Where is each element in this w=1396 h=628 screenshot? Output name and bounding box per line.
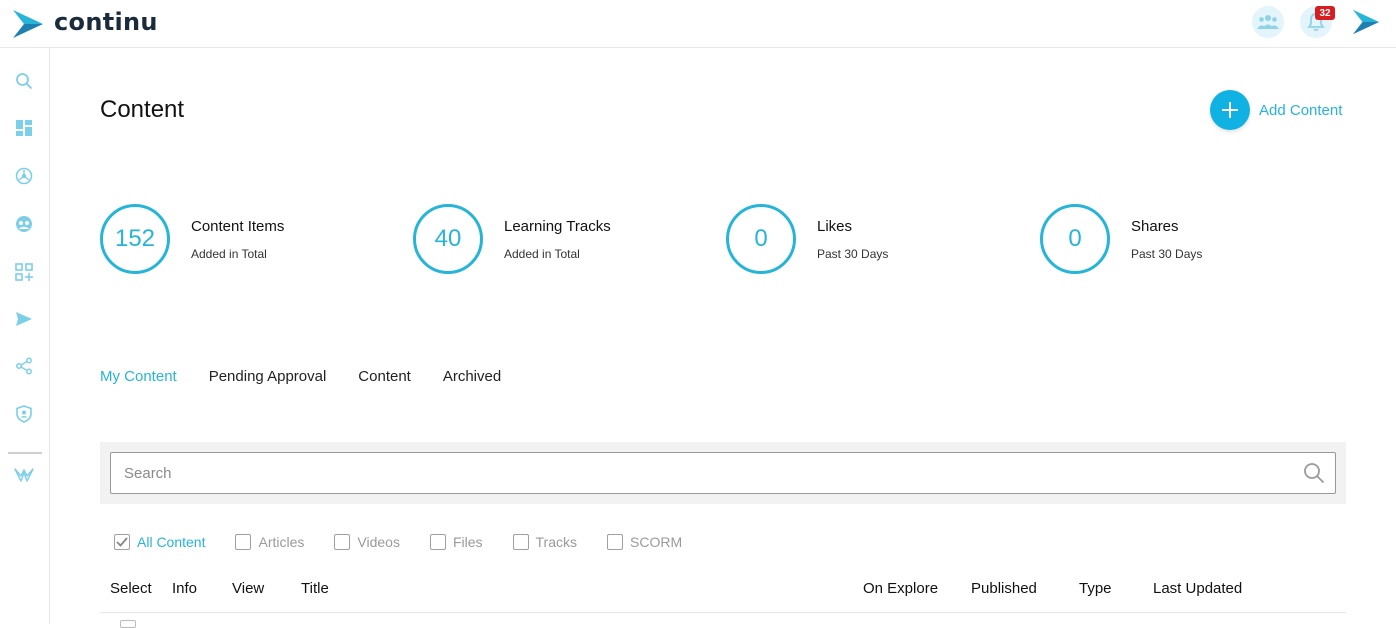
add-widgets-icon — [15, 263, 33, 281]
checkbox[interactable] — [334, 534, 351, 550]
sidebar — [0, 48, 50, 624]
add-circle[interactable] — [1210, 90, 1250, 130]
brand-icon — [14, 468, 34, 482]
stat-value-circle: 0 — [1040, 204, 1110, 274]
filter-tracks[interactable]: Tracks — [512, 534, 577, 550]
stat-value-circle: 152 — [100, 204, 170, 274]
search-icon[interactable] — [1303, 462, 1325, 484]
filter-articles[interactable]: Articles — [235, 534, 304, 550]
stat-value-circle: 40 — [413, 204, 483, 274]
stat-shares: 0 Shares Past 30 Days — [1040, 204, 1202, 274]
search-box[interactable] — [110, 452, 1336, 494]
content-table-header: Select Info View Title On Explore Publis… — [100, 580, 1346, 613]
sidebar-item-admin[interactable] — [12, 402, 36, 426]
sidebar-divider — [8, 452, 42, 454]
column-header-type[interactable]: Type — [1079, 580, 1112, 597]
column-header-title[interactable]: Title — [301, 580, 329, 597]
checkbox[interactable] — [114, 534, 130, 550]
team-button[interactable] — [1252, 6, 1284, 38]
stat-learning-tracks: 40 Learning Tracks Added in Total — [413, 204, 611, 274]
tab-content[interactable]: Content — [358, 368, 411, 385]
sidebar-item-widgets[interactable] — [12, 260, 36, 284]
stat-title: Likes — [817, 217, 853, 235]
sidebar-item-brand[interactable] — [12, 463, 36, 487]
row-checkbox[interactable] — [120, 620, 136, 628]
stat-subtitle: Past 30 Days — [1131, 246, 1203, 261]
content-tabs: My Content Pending Approval Content Arch… — [100, 368, 533, 385]
filter-label: Files — [452, 534, 483, 550]
checkbox[interactable] — [235, 534, 252, 550]
sidebar-item-search[interactable] — [12, 69, 36, 93]
continu-logo-icon — [13, 10, 43, 38]
stat-content-items: 152 Content Items Added in Total — [100, 204, 284, 274]
share-icon — [16, 357, 32, 375]
app-logo[interactable]: continu — [12, 8, 158, 40]
stat-subtitle: Added in Total — [504, 246, 580, 261]
tab-pending-approval[interactable]: Pending Approval — [209, 368, 327, 385]
sidebar-item-users[interactable] — [12, 212, 36, 236]
filter-files[interactable]: Files — [429, 534, 483, 550]
app-name: continu — [54, 8, 158, 36]
stat-likes: 0 Likes Past 30 Days — [726, 204, 888, 274]
tab-archived[interactable]: Archived — [443, 368, 501, 385]
column-header-published[interactable]: Published — [971, 580, 1037, 597]
filter-videos[interactable]: Videos — [334, 534, 400, 550]
filter-label: Videos — [357, 534, 400, 550]
column-header-last-updated[interactable]: Last Updated — [1153, 580, 1242, 597]
search-icon — [16, 73, 33, 90]
plus-icon — [1222, 102, 1238, 118]
stat-value-circle: 0 — [726, 204, 796, 274]
stat-subtitle: Added in Total — [191, 246, 267, 261]
stat-title: Learning Tracks — [504, 217, 611, 235]
filter-label: SCORM — [630, 534, 683, 550]
users-icon — [16, 216, 32, 232]
filter-label: Articles — [258, 534, 305, 550]
column-header-on-explore[interactable]: On Explore — [863, 580, 938, 597]
sidebar-item-share[interactable] — [12, 354, 36, 378]
admin-shield-icon — [16, 405, 32, 423]
page-title: Content — [100, 96, 185, 123]
column-header-info[interactable]: Info — [172, 580, 197, 597]
column-header-view[interactable]: View — [232, 580, 264, 597]
explore-icon — [15, 167, 33, 185]
add-content-button[interactable]: Add Content — [1210, 90, 1342, 130]
sidebar-item-explore[interactable] — [12, 164, 36, 188]
checkbox[interactable] — [429, 534, 446, 550]
notification-count-badge: 32 — [1315, 6, 1335, 20]
filter-all-content[interactable]: All Content — [114, 534, 205, 550]
filter-label: Tracks — [535, 534, 577, 550]
team-icon — [1257, 15, 1279, 29]
search-input[interactable] — [111, 453, 1291, 493]
sidebar-item-dashboard[interactable] — [12, 116, 36, 140]
stat-title: Content Items — [191, 217, 285, 235]
add-content-label[interactable]: Add Content — [1259, 102, 1342, 119]
filter-scorm[interactable]: SCORM — [607, 534, 682, 550]
sidebar-item-send[interactable] — [12, 307, 36, 331]
column-header-select[interactable]: Select — [110, 580, 152, 597]
filter-label: All Content — [137, 534, 206, 550]
send-icon — [16, 312, 32, 326]
dashboard-icon — [16, 120, 32, 136]
stat-subtitle: Past 30 Days — [817, 246, 889, 261]
content-type-filters: All Content Articles Videos Files Tracks… — [114, 534, 712, 550]
search-panel — [100, 442, 1346, 504]
top-bar: continu 32 — [0, 0, 1396, 48]
checkbox[interactable] — [512, 534, 529, 550]
brand-arrow-icon[interactable] — [1352, 8, 1380, 36]
stat-title: Shares — [1131, 217, 1179, 235]
checkbox[interactable] — [607, 534, 623, 550]
tab-my-content[interactable]: My Content — [100, 368, 177, 385]
checkmark-icon — [116, 537, 128, 547]
